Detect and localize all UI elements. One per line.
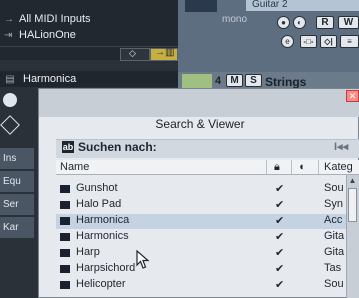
preset-name: Halo Pad <box>76 198 122 210</box>
rating-icon[interactable]: ◖ <box>298 160 305 174</box>
edit-instrument-button[interactable]: →▥ <box>150 47 178 61</box>
preset-name: Harpsichord <box>76 262 136 274</box>
edit-channel-button[interactable]: e <box>281 35 294 48</box>
preset-icon <box>60 265 70 273</box>
preset-name: Harp <box>76 246 100 258</box>
search-label: Suchen nach: <box>78 140 157 154</box>
track-label: Strings <box>265 75 307 89</box>
midi-input-selector[interactable]: → All MIDI Inputs <box>4 12 91 26</box>
check-icon: ✔ <box>275 199 285 211</box>
table-row-selected[interactable]: Harmonica ✔ Acc <box>56 214 346 229</box>
preset-category: Syn <box>324 198 343 210</box>
preset-category: Gita <box>324 246 345 258</box>
table-row[interactable]: Harp ✔ Gita <box>56 246 346 261</box>
record-enable-button[interactable]: ◐ <box>293 16 306 29</box>
table-row[interactable]: Helicopter ✔ Sou <box>56 278 346 293</box>
preset-icon <box>60 201 70 209</box>
preset-category: Gita <box>324 230 345 242</box>
output-arrow-icon: ⇥ <box>4 29 13 41</box>
check-icon: ✔ <box>275 247 285 259</box>
mute-button[interactable]: M <box>226 74 243 87</box>
info-icon[interactable] <box>3 93 17 107</box>
mono-label: mono <box>222 14 248 25</box>
divider <box>0 46 178 47</box>
track-color-strip <box>182 74 212 88</box>
divider <box>318 160 319 174</box>
scroll-up-icon[interactable]: ▲ <box>347 176 358 186</box>
side-tab-equ[interactable]: Equ <box>0 171 34 193</box>
divider <box>266 160 267 174</box>
send-button[interactable]: ◇| <box>320 35 337 48</box>
preset-icon <box>60 233 70 241</box>
diamond-button[interactable]: ◇ <box>120 48 150 61</box>
input-arrow-icon: → <box>4 13 14 25</box>
preset-name: Helicopter <box>76 278 126 290</box>
side-tab-ser[interactable]: Ser <box>0 194 34 216</box>
eq-button[interactable]: ≡ <box>340 35 359 48</box>
preset-icon <box>60 249 70 257</box>
channel-title: Guitar 2 <box>246 0 359 11</box>
preset-category: Sou <box>324 278 344 290</box>
check-icon: ✔ <box>275 279 285 291</box>
table-row[interactable]: Harmonics ✔ Gita <box>56 230 346 245</box>
column-header-name[interactable]: Name <box>60 160 89 174</box>
table-header <box>56 160 359 175</box>
preset-name: Harmonica <box>76 214 130 226</box>
collapse-icon[interactable]: I◂◂ <box>334 140 348 153</box>
side-tab-ins[interactable]: Ins <box>0 148 34 170</box>
preset-icon <box>60 185 70 193</box>
close-icon[interactable]: ✕ <box>346 90 359 102</box>
check-icon: ✔ <box>275 231 285 243</box>
table-row[interactable]: Gunshot ✔ Sou <box>56 182 346 197</box>
solo-button[interactable]: S <box>245 74 262 87</box>
mouse-cursor-icon <box>136 250 150 269</box>
preset-category: Sou <box>324 182 344 194</box>
preset-name: Gunshot <box>76 182 118 194</box>
insert-button[interactable]: -□- <box>300 35 317 48</box>
dialog-title: Search & Viewer <box>155 117 245 131</box>
midi-output-label: HALionOne <box>19 29 76 41</box>
side-tab-kar[interactable]: Kar <box>0 217 34 239</box>
search-icon[interactable]: ab <box>62 141 74 153</box>
preset-name: Harmonics <box>76 230 129 242</box>
preset-category: Tas <box>324 262 342 274</box>
track-name-row[interactable]: ▤ Harmonica <box>0 71 178 87</box>
read-automation-button[interactable]: R <box>316 16 334 29</box>
dialog-titlebar[interactable] <box>39 89 359 117</box>
write-automation-button[interactable]: W <box>338 16 359 29</box>
preset-icon <box>60 281 70 289</box>
track-list-icon: ▤ <box>5 73 15 85</box>
check-icon: ✔ <box>275 183 285 195</box>
check-icon: ✔ <box>275 263 285 275</box>
midi-input-label: All MIDI Inputs <box>19 13 91 25</box>
check-icon: ✔ <box>275 215 285 227</box>
table-row[interactable]: Harpsichord ✔ Tas <box>56 262 346 277</box>
scrollbar-thumb[interactable] <box>348 188 357 222</box>
table-row[interactable]: Halo Pad ✔ Syn <box>56 198 346 213</box>
diamond-icon: ◇ <box>129 48 136 58</box>
keyboard-icon: →▥ <box>155 47 175 58</box>
divider <box>291 160 292 174</box>
lock-icon[interactable]: 🔒︎ <box>274 160 280 174</box>
column-header-category[interactable]: Kateg <box>324 160 353 174</box>
monitor-button[interactable]: ● <box>277 16 290 29</box>
channel-color-strip <box>185 0 217 12</box>
preset-icon <box>60 217 70 225</box>
midi-output-selector[interactable]: ⇥ HALionOne <box>4 28 76 42</box>
track-name-label: Harmonica <box>23 73 77 85</box>
preset-category: Acc <box>324 214 343 226</box>
track-number: 4 <box>215 75 222 87</box>
